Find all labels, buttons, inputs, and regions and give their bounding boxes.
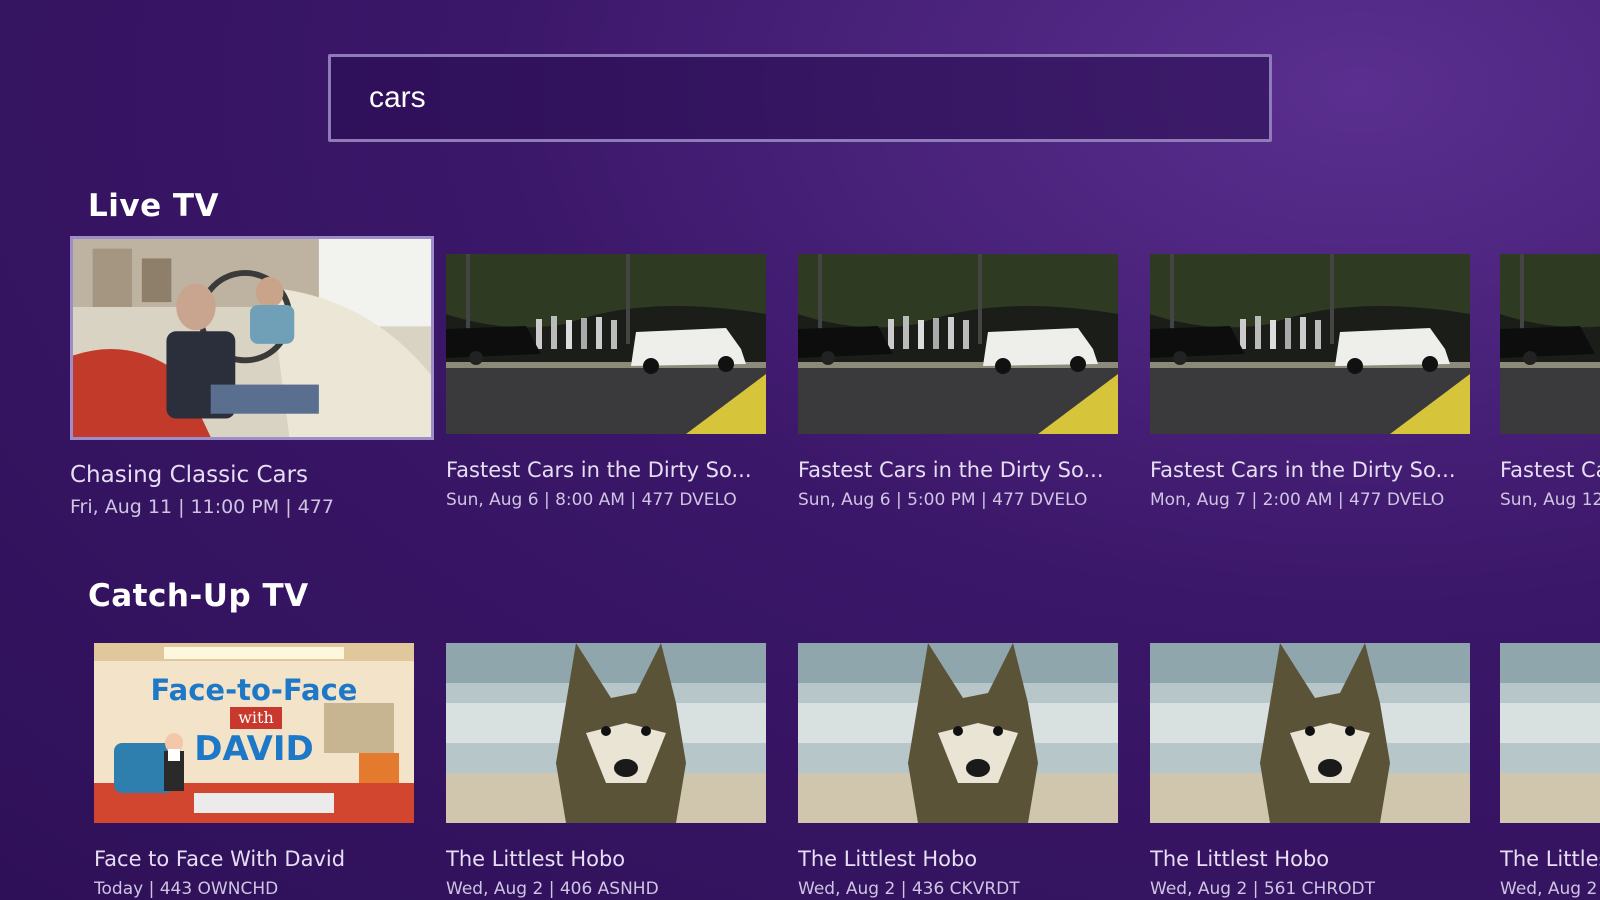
logo-text-line3: DAVID <box>194 729 314 769</box>
program-thumbnail: Face-to-Face with DAVID <box>94 643 414 823</box>
program-title: Fastest Cars in the Dirty So... <box>1500 458 1600 482</box>
dog-beach-image <box>446 643 766 823</box>
program-card-chasing-classic-cars[interactable]: Chasing Classic Cars Fri, Aug 11 | 11:00… <box>70 236 434 518</box>
dog-beach-image <box>1500 643 1600 823</box>
program-meta: Sun, Aug 12 | 11:00 AM | 477 DVELO <box>1500 490 1600 510</box>
drag-race-scene-image <box>798 254 1118 434</box>
logo-text-line2: with <box>230 707 282 729</box>
program-thumbnail <box>446 254 766 434</box>
program-meta: Today | 443 OWNCHD <box>94 879 279 899</box>
program-card-face-to-face[interactable]: Face-to-Face with DAVID Face to Face Wit… <box>94 643 414 899</box>
program-meta: Wed, Aug 2 | 561 CHRODT <box>1150 879 1375 899</box>
program-meta: Sun, Aug 6 | 5:00 PM | 477 DVELO <box>798 490 1088 510</box>
program-meta: Sun, Aug 6 | 8:00 AM | 477 DVELO <box>446 490 737 510</box>
program-title: The Littlest Hobo <box>1150 847 1330 871</box>
program-title: Chasing Classic Cars <box>70 462 309 488</box>
program-thumbnail <box>798 254 1118 434</box>
program-thumbnail <box>1500 254 1600 434</box>
garage-scene-image <box>73 239 431 437</box>
program-meta: Wed, Aug 2 | 436 CKVRDT <box>798 879 1020 899</box>
program-card-fastest-cars[interactable]: Fastest Cars in the Dirty So... Sun, Aug… <box>798 254 1118 510</box>
program-thumbnail <box>446 643 766 823</box>
drag-race-scene-image <box>446 254 766 434</box>
program-meta: Mon, Aug 7 | 2:00 AM | 477 DVELO <box>1150 490 1445 510</box>
program-title: Fastest Cars in the Dirty So... <box>798 458 1104 482</box>
program-thumbnail <box>1150 643 1470 823</box>
program-card-littlest-hobo[interactable]: The Littlest Hobo Wed, Aug 2 | 406 ASNHD <box>446 643 766 899</box>
live-tv-row: Chasing Classic Cars Fri, Aug 11 | 11:00… <box>0 236 1600 536</box>
program-thumbnail <box>70 236 434 440</box>
program-thumbnail <box>798 643 1118 823</box>
program-title: Fastest Cars in the Dirty So... <box>446 458 752 482</box>
program-meta: Wed, Aug 2 <box>1500 879 1598 899</box>
section-title-live-tv: Live TV <box>88 188 220 224</box>
search-input[interactable] <box>367 80 1231 116</box>
section-title-catch-up-tv: Catch-Up TV <box>88 578 309 614</box>
program-title: Fastest Cars in the Dirty So... <box>1150 458 1456 482</box>
program-card-fastest-cars[interactable]: Fastest Cars in the Dirty So... Sun, Aug… <box>1500 254 1600 510</box>
program-meta: Fri, Aug 11 | 11:00 PM | 477 <box>70 496 334 518</box>
program-card-littlest-hobo[interactable]: The Littlest Hobo Wed, Aug 2 | 436 CKVRD… <box>798 643 1118 899</box>
program-card-fastest-cars[interactable]: Fastest Cars in the Dirty So... Sun, Aug… <box>446 254 766 510</box>
program-title: The Littlest Hobo <box>798 847 978 871</box>
logo-text-line1: Face-to-Face <box>150 673 358 707</box>
program-title: The Littlest Hobo <box>446 847 626 871</box>
program-card-littlest-hobo[interactable]: The Littlest Hobo Wed, Aug 2 | 561 CHROD… <box>1150 643 1470 899</box>
dog-beach-image <box>1150 643 1470 823</box>
search-box[interactable] <box>328 54 1272 142</box>
catch-up-tv-row: Face-to-Face with DAVID Face to Face Wit… <box>0 643 1600 900</box>
program-thumbnail <box>1500 643 1600 823</box>
program-title: The Littlest Hobo <box>1500 847 1600 871</box>
drag-race-scene-image <box>1500 254 1600 434</box>
program-card-fastest-cars[interactable]: Fastest Cars in the Dirty So... Mon, Aug… <box>1150 254 1470 510</box>
program-title: Face to Face With David <box>94 847 346 871</box>
dog-beach-image <box>798 643 1118 823</box>
program-thumbnail <box>1150 254 1470 434</box>
drag-race-scene-image <box>1150 254 1470 434</box>
program-card-littlest-hobo[interactable]: The Littlest Hobo Wed, Aug 2 <box>1500 643 1600 899</box>
program-meta: Wed, Aug 2 | 406 ASNHD <box>446 879 659 899</box>
